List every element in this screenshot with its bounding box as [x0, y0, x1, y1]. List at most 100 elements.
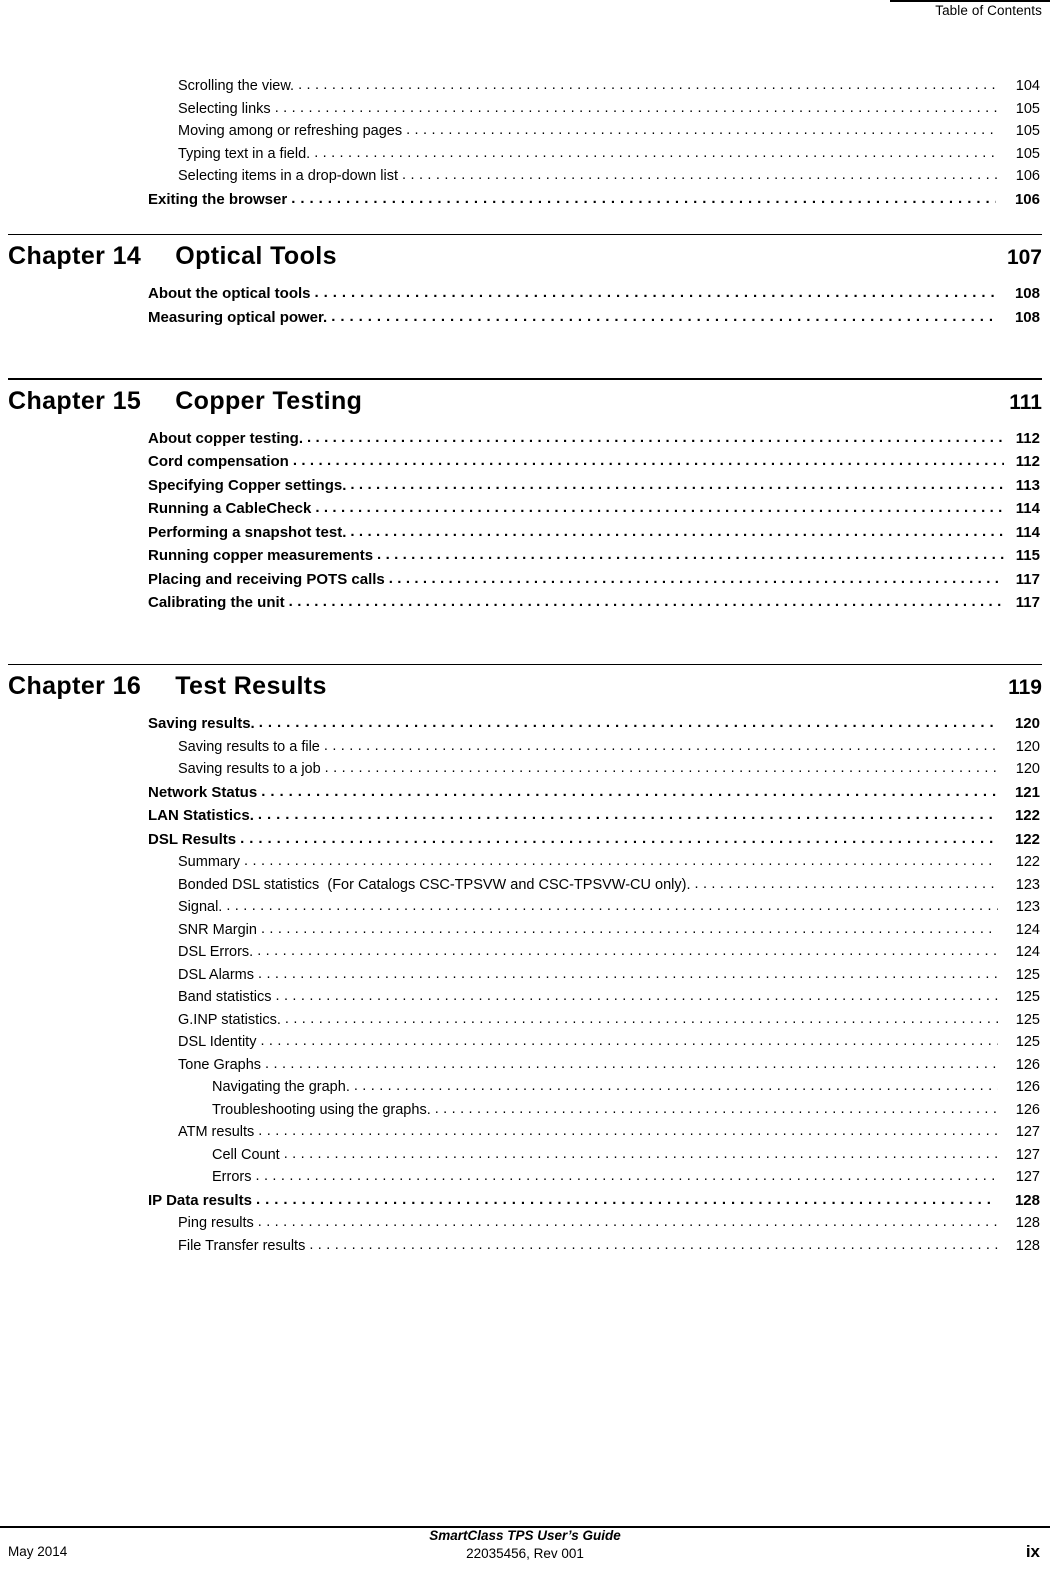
- toc-entry[interactable]: Errors 127: [0, 1169, 1050, 1185]
- toc-entry[interactable]: Summary 122: [0, 854, 1050, 870]
- toc-entry[interactable]: Selecting items in a drop-down list 106: [0, 168, 1050, 184]
- toc-entry[interactable]: Cell Count 127: [0, 1147, 1050, 1163]
- toc-entry[interactable]: Navigating the graph. 126: [0, 1079, 1050, 1095]
- toc-entry[interactable]: DSL Identity 125: [0, 1034, 1050, 1050]
- toc-entry[interactable]: Saving results to a file 120: [0, 739, 1050, 755]
- toc-entry-label: DSL Errors.: [178, 944, 254, 960]
- toc-entry[interactable]: Troubleshooting using the graphs. 126: [0, 1102, 1050, 1118]
- toc-entry-page: 114: [1015, 523, 1040, 541]
- toc-leader-dots: [226, 898, 998, 914]
- toc-entry[interactable]: Running a CableCheck 114: [0, 500, 1050, 517]
- chapter-row: Chapter 16 Test Results 119: [0, 665, 1050, 701]
- toc-leader-dots: [289, 593, 1004, 610]
- toc-entry-page: 108: [1014, 308, 1040, 326]
- toc-entry-page: 105: [1015, 145, 1040, 162]
- chapter-row: Chapter 14 Optical Tools 107: [0, 235, 1050, 271]
- footer-page-number: ix: [1025, 1542, 1040, 1561]
- toc-entry[interactable]: About the optical tools 108: [0, 285, 1050, 302]
- toc-entry-label: Selecting items in a drop-down list: [178, 168, 399, 184]
- toc-entry[interactable]: Saving results to a job 120: [0, 761, 1050, 777]
- toc-entry[interactable]: File Transfer results 128: [0, 1238, 1050, 1254]
- toc-leader-dots: [389, 570, 1004, 587]
- footer-doc-number: 22035456, Rev 001: [466, 1546, 584, 1561]
- toc-entry-label: Specifying Copper settings.: [148, 476, 347, 494]
- toc-leader-dots: [265, 1056, 998, 1072]
- toc-entry[interactable]: Moving among or refreshing pages 105: [0, 123, 1050, 139]
- toc-leader-dots: [325, 760, 998, 776]
- toc-entry-label: DSL Identity: [178, 1034, 257, 1050]
- toc-entry[interactable]: Band statistics 125: [0, 989, 1050, 1005]
- toc-entry-page: 123: [1015, 899, 1040, 915]
- toc-entry[interactable]: Tone Graphs 126: [0, 1057, 1050, 1073]
- toc-entry-label: Band statistics: [178, 989, 272, 1005]
- toc-leader-dots: [240, 830, 996, 847]
- toc-leader-dots: [354, 1078, 998, 1094]
- toc-entry-page: 117: [1015, 594, 1040, 611]
- toc-entry-page: 125: [1015, 966, 1040, 983]
- toc-entry[interactable]: About copper testing. 112: [0, 430, 1050, 447]
- toc-entry[interactable]: SNR Margin 124: [0, 922, 1050, 938]
- toc-entry[interactable]: DSL Alarms 125: [0, 967, 1050, 983]
- toc-entry-page: 106: [1014, 190, 1040, 208]
- toc-entry-page: 122: [1014, 807, 1040, 824]
- toc-entry-page: 105: [1015, 100, 1040, 117]
- toc-entry-page: 125: [1015, 1011, 1040, 1028]
- toc-entry-page: 120: [1015, 761, 1040, 777]
- toc-entry-page: 126: [1015, 1079, 1040, 1095]
- toc-entry-label: ATM results: [178, 1124, 255, 1140]
- toc-entry-label: LAN Statistics.: [148, 807, 254, 824]
- toc-leader-dots: [331, 308, 996, 325]
- toc-entry-label: Scrolling the view.: [178, 78, 295, 94]
- toc-entry[interactable]: Running copper measurements 115: [0, 547, 1050, 564]
- toc-entry-label: Summary: [178, 854, 241, 870]
- toc-entry[interactable]: Typing text in a field. 105: [0, 146, 1050, 162]
- toc-entry-label: Placing and receiving POTS calls: [148, 570, 385, 588]
- toc-entry[interactable]: Saving results. 120: [0, 715, 1050, 732]
- toc-entry[interactable]: Calibrating the unit 117: [0, 594, 1050, 611]
- toc-entry[interactable]: ATM results 127: [0, 1124, 1050, 1140]
- toc-entry[interactable]: LAN Statistics. 122: [0, 807, 1050, 824]
- toc-entry[interactable]: IP Data results 128: [0, 1192, 1050, 1209]
- toc-leader-dots: [258, 1214, 998, 1230]
- chapter-heading[interactable]: Chapter 15 Copper Testing 111: [0, 378, 1050, 416]
- toc-entry-label: DSL Results: [148, 830, 237, 848]
- toc-entry[interactable]: Network Status 121: [0, 784, 1050, 801]
- toc-entry-label: IP Data results: [148, 1191, 252, 1209]
- chapter-title: Test Results: [175, 672, 327, 700]
- toc-entry-page: 127: [1015, 1169, 1040, 1185]
- chapter-number: Chapter 14: [8, 242, 142, 270]
- chapter-heading[interactable]: Chapter 14 Optical Tools 107: [0, 233, 1050, 272]
- toc-entry[interactable]: Placing and receiving POTS calls 117: [0, 571, 1050, 588]
- toc-entry[interactable]: Exiting the browser 106: [0, 191, 1050, 208]
- toc-entry[interactable]: Signal. 123: [0, 899, 1050, 915]
- toc-entry-page: 127: [1015, 1124, 1040, 1140]
- toc-entry-label: Performing a snapshot test.: [148, 523, 347, 541]
- toc-entry[interactable]: Performing a snapshot test. 114: [0, 524, 1050, 541]
- toc-entry-page: 126: [1015, 1056, 1040, 1073]
- toc-entry[interactable]: Specifying Copper settings. 113: [0, 477, 1050, 494]
- chapter-heading[interactable]: Chapter 16 Test Results 119: [0, 663, 1050, 702]
- toc-leader-dots: [298, 77, 998, 93]
- toc-leader-dots: [315, 284, 997, 301]
- toc-entry[interactable]: DSL Errors. 124: [0, 944, 1050, 960]
- toc-entry-page: 127: [1015, 1146, 1040, 1163]
- toc-entry-page: 104: [1015, 78, 1040, 94]
- page-header: Table of Contents: [0, 0, 1050, 22]
- toc-entry[interactable]: Ping results 128: [0, 1215, 1050, 1231]
- page-footer: May 2014 SmartClass TPS User’s Guide 220…: [0, 1526, 1050, 1582]
- toc-entry[interactable]: Measuring optical power. 108: [0, 309, 1050, 326]
- toc-entry[interactable]: Bonded DSL statistics (For Catalogs CSC-…: [0, 877, 1050, 893]
- toc-leader-dots: [309, 1237, 998, 1253]
- toc-entry-page: 112: [1015, 453, 1040, 470]
- toc-entry[interactable]: DSL Results 122: [0, 831, 1050, 848]
- toc-entry[interactable]: Selecting links 105: [0, 101, 1050, 117]
- toc-entry[interactable]: Cord compensation 112: [0, 453, 1050, 470]
- toc-entry-page: 128: [1015, 1237, 1040, 1254]
- toc-entry-label: SNR Margin: [178, 921, 257, 938]
- chapter-title: Copper Testing: [175, 386, 363, 415]
- toc-entry[interactable]: G.INP statistics. 125: [0, 1012, 1050, 1028]
- toc-entry[interactable]: Scrolling the view. 104: [0, 78, 1050, 94]
- toc-leader-dots: [324, 738, 998, 754]
